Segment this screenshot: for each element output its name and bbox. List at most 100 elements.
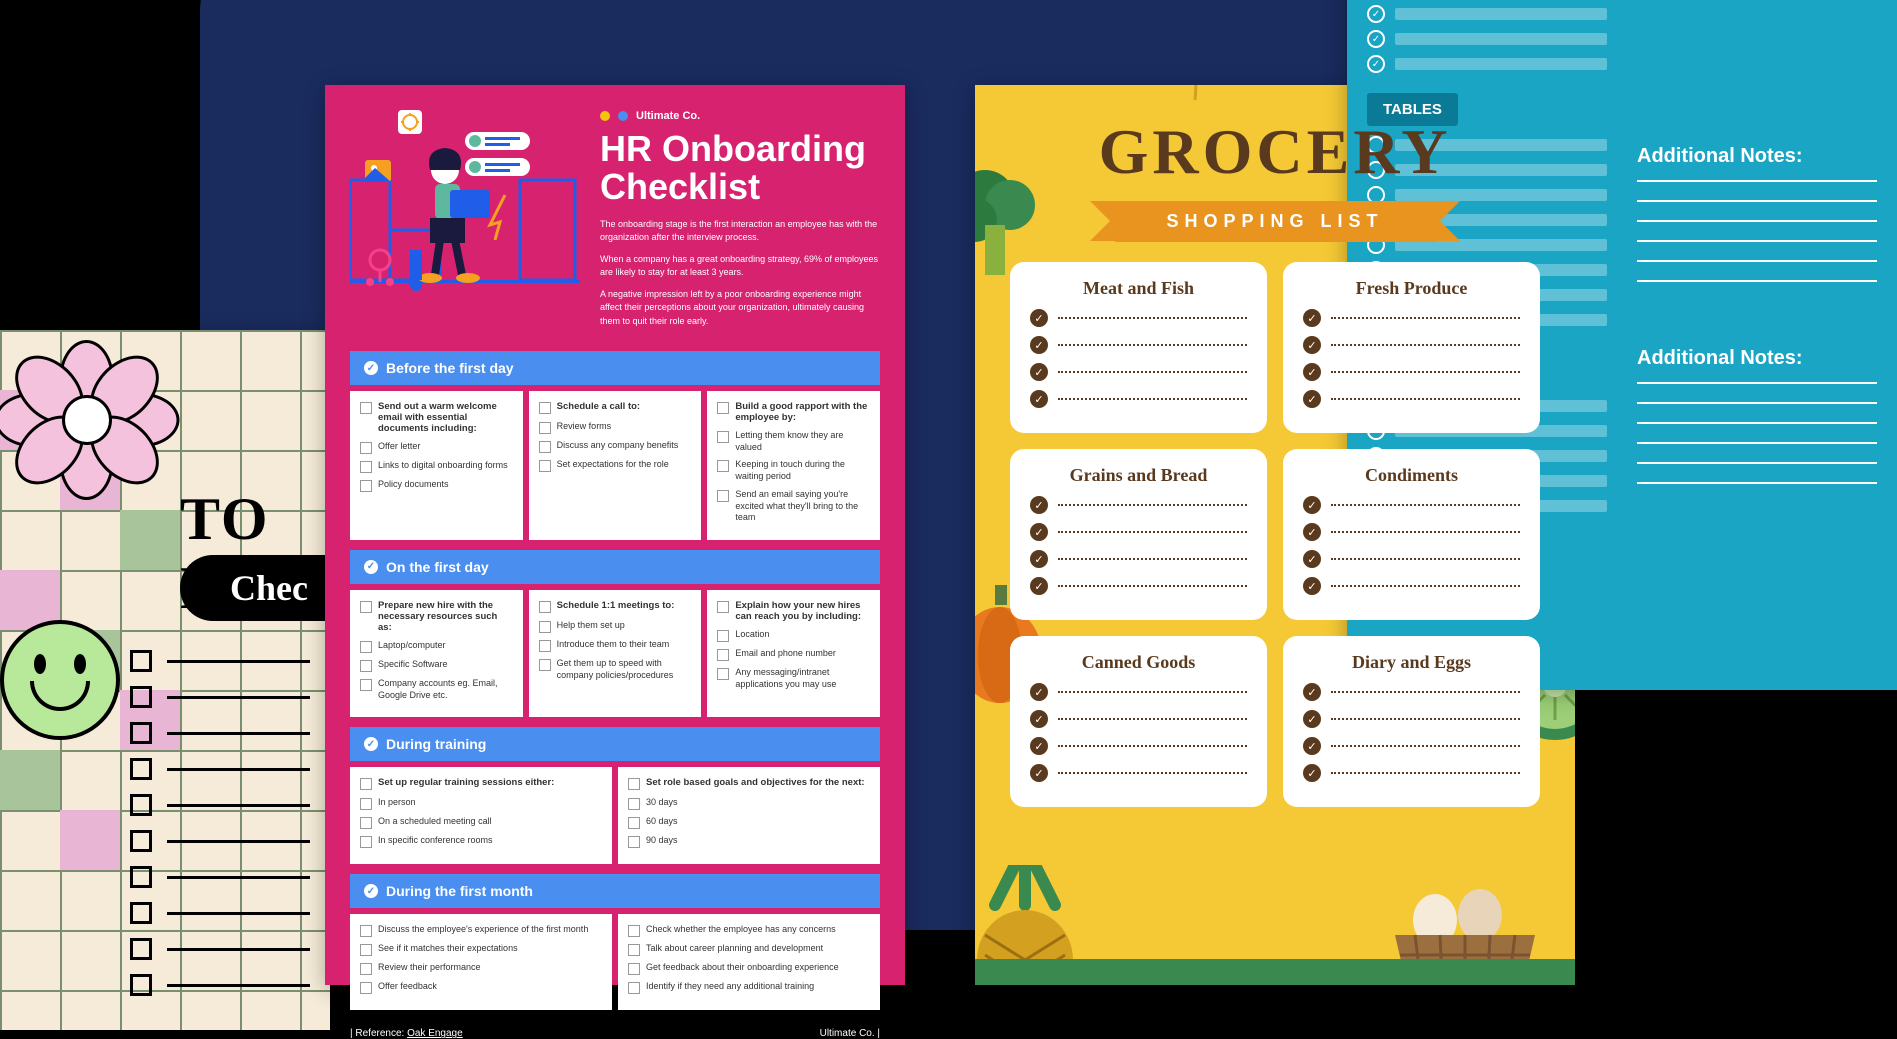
hr-item: Laptop/computer: [360, 640, 513, 653]
hr-col-header: Set role based goals and objectives for …: [628, 777, 870, 790]
grocery-row: ✓: [1303, 577, 1520, 595]
checkbox-icon: [130, 938, 152, 960]
check-circle-icon: ✓: [1303, 309, 1321, 327]
check-circle-icon: ✓: [1030, 737, 1048, 755]
grocery-row: ✓: [1303, 496, 1520, 514]
check-circle-icon: ✓: [1030, 550, 1048, 568]
hr-item: Help them set up: [539, 620, 692, 633]
checkbox-icon: [130, 686, 152, 708]
grocery-row: ✓: [1030, 336, 1247, 354]
grocery-category-box: Canned Goods✓✓✓✓: [1010, 636, 1267, 807]
flower-icon: [7, 340, 167, 500]
checkbox-icon: [130, 902, 152, 924]
hr-template-card[interactable]: Ultimate Co. HR Onboarding Checklist The…: [325, 85, 905, 985]
grocery-row: ✓: [1030, 363, 1247, 381]
hr-column: Schedule a call to:Review formsDiscuss a…: [529, 391, 702, 540]
check-circle-icon: ✓: [1303, 336, 1321, 354]
hr-item: Introduce them to their team: [539, 639, 692, 652]
hr-item: Review forms: [539, 421, 692, 434]
check-circle-icon: ✓: [1030, 390, 1048, 408]
hr-company: Ultimate Co.: [636, 110, 700, 122]
hr-item: Get feedback about their onboarding expe…: [628, 962, 870, 975]
grocery-grid: Meat and Fish✓✓✓✓Fresh Produce✓✓✓✓Grains…: [1010, 262, 1540, 807]
hr-item: 30 days: [628, 797, 870, 810]
hr-ref-link[interactable]: Oak Engage: [407, 1028, 463, 1039]
checkbox-icon: [130, 974, 152, 996]
grocery-category-title: Canned Goods: [1030, 652, 1247, 673]
hr-section-grid: Discuss the employee's experience of the…: [350, 914, 880, 1010]
teal-notes-label: Additional Notes:: [1637, 145, 1877, 168]
grocery-category-box: Diary and Eggs✓✓✓✓: [1283, 636, 1540, 807]
check-circle-icon: ✓: [1030, 336, 1048, 354]
teal-lines: [1637, 382, 1877, 484]
hr-column: Explain how your new hires can reach you…: [707, 590, 880, 717]
smiley-icon: [0, 620, 120, 740]
grocery-category-box: Fresh Produce ✓ ✓ ✓ ✓: [1283, 262, 1540, 433]
hr-column: Send out a warm welcome email with essen…: [350, 391, 523, 540]
hr-item: Discuss the employee's experience of the…: [360, 924, 602, 937]
hr-item: 60 days: [628, 816, 870, 829]
todo-template-card[interactable]: TO DO Chec: [0, 330, 330, 1030]
check-circle-icon: ✓: [1303, 550, 1321, 568]
hr-column: Set role based goals and objectives for …: [618, 767, 880, 864]
check-circle-icon: ✓: [1367, 30, 1385, 48]
grocery-category-box: Condiments✓✓✓✓: [1283, 449, 1540, 620]
grocery-row: ✓: [1303, 390, 1520, 408]
hr-col-header: Send out a warm welcome email with essen…: [360, 401, 513, 434]
hr-item: Offer letter: [360, 441, 513, 454]
todo-items: [130, 650, 310, 1010]
check-icon: ✓: [364, 361, 378, 375]
hr-desc: The onboarding stage is the first intera…: [600, 218, 880, 245]
hr-item: Check whether the employee has any conce…: [628, 924, 870, 937]
grocery-row: ✓: [1303, 683, 1520, 701]
check-icon: ✓: [364, 884, 378, 898]
hr-section-grid: Set up regular training sessions either:…: [350, 767, 880, 864]
grocery-row: ✓: [1030, 737, 1247, 755]
checkbox-icon: [130, 866, 152, 888]
check-circle-icon: ✓: [1303, 764, 1321, 782]
teal-notes-label: Additional Notes:: [1637, 347, 1877, 370]
check-circle-icon: ✓: [1030, 764, 1048, 782]
check-circle-icon: ✓: [1303, 363, 1321, 381]
hr-item: Offer feedback: [360, 981, 602, 994]
hr-item: Discuss any company benefits: [539, 440, 692, 453]
grocery-category-box: Meat and Fish✓✓✓✓: [1010, 262, 1267, 433]
hr-col-header: Prepare new hire with the necessary reso…: [360, 600, 513, 633]
check-circle-icon: ✓: [1303, 737, 1321, 755]
checkbox-icon: [130, 830, 152, 852]
hr-column: Discuss the employee's experience of the…: [350, 914, 612, 1010]
grocery-title: GROCERY: [1010, 115, 1540, 189]
check-circle-icon: ✓: [1303, 390, 1321, 408]
hr-column: Prepare new hire with the necessary reso…: [350, 590, 523, 717]
hr-column: Check whether the employee has any conce…: [618, 914, 880, 1010]
grocery-row: ✓: [1030, 496, 1247, 514]
hr-section-grid: Send out a warm welcome email with essen…: [350, 391, 880, 540]
hr-item: Specific Software: [360, 659, 513, 672]
hr-item: 90 days: [628, 835, 870, 848]
grocery-row: ✓: [1303, 523, 1520, 541]
checkbox-icon: [130, 758, 152, 780]
hr-item: Letting them know they are valued: [717, 430, 870, 453]
grocery-row: ✓: [1030, 390, 1247, 408]
grocery-row: ✓: [1303, 336, 1520, 354]
check-circle-icon: ✓: [1303, 577, 1321, 595]
hr-section-grid: Prepare new hire with the necessary reso…: [350, 590, 880, 717]
grocery-row: ✓: [1030, 683, 1247, 701]
hr-col-header: Explain how your new hires can reach you…: [717, 600, 870, 622]
hr-section-header: ✓Before the first day: [350, 351, 880, 385]
hr-item: Identify if they need any additional tra…: [628, 981, 870, 994]
hr-section-header: ✓During the first month: [350, 874, 880, 908]
check-circle-icon: ✓: [1367, 5, 1385, 23]
hr-item: Company accounts eg. Email, Google Drive…: [360, 678, 513, 701]
grocery-row: ✓: [1030, 764, 1247, 782]
hr-section-header: ✓During training: [350, 727, 880, 761]
grocery-row: ✓: [1303, 550, 1520, 568]
grocery-row: ✓: [1030, 577, 1247, 595]
hr-item: Send an email saying you're excited what…: [717, 489, 870, 524]
grocery-category-title: Fresh Produce: [1303, 278, 1520, 299]
hr-col-header: Schedule 1:1 meetings to:: [539, 600, 692, 613]
check-circle-icon: ✓: [1030, 577, 1048, 595]
check-circle-icon: ✓: [1030, 683, 1048, 701]
check-circle-icon: ✓: [1303, 523, 1321, 541]
hr-item: Email and phone number: [717, 648, 870, 661]
